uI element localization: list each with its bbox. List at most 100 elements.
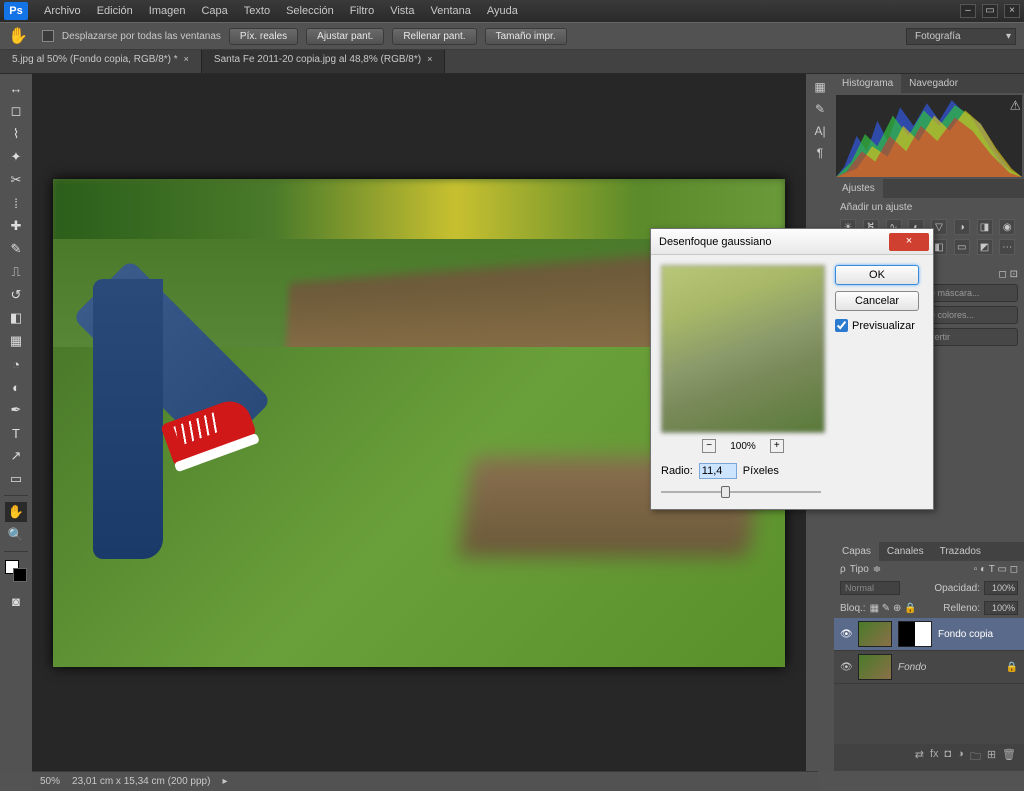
actual-pixels-button[interactable]: Píx. reales <box>229 28 298 45</box>
cancel-button[interactable]: Cancelar <box>835 291 919 311</box>
visibility-icon[interactable]: 👁 <box>840 662 852 673</box>
marquee-tool-icon[interactable]: ◻ <box>5 101 27 121</box>
add-mask-icon[interactable]: ◘ <box>945 748 952 767</box>
dialog-title: Desenfoque gaussiano <box>659 236 889 248</box>
eyedropper-tool-icon[interactable]: ⁞ <box>5 193 27 213</box>
fit-screen-button[interactable]: Ajustar pant. <box>306 28 384 45</box>
menu-filter[interactable]: Filtro <box>342 2 382 20</box>
menu-file[interactable]: Archivo <box>36 2 89 20</box>
window-close-icon[interactable]: × <box>1004 4 1020 18</box>
photo-filter-icon[interactable]: ◉ <box>999 219 1015 235</box>
radius-input[interactable] <box>699 463 737 479</box>
color-swatches[interactable] <box>5 560 27 582</box>
adjustments-tab[interactable]: Ajustes <box>834 179 883 198</box>
zoom-tool-icon[interactable]: 🔍 <box>5 525 27 545</box>
menu-help[interactable]: Ayuda <box>479 2 526 20</box>
move-tool-icon[interactable]: ↔ <box>5 78 27 98</box>
histogram-tab[interactable]: Histograma <box>834 74 901 93</box>
brushes-panel-icon[interactable]: ✎ <box>815 102 825 116</box>
blend-mode-select[interactable]: Normal <box>840 581 900 595</box>
close-tab-icon[interactable]: × <box>184 54 189 64</box>
layer-fx-icon[interactable]: fx <box>930 748 939 767</box>
quickmask-icon[interactable]: ◙ <box>5 591 27 611</box>
layer-thumbnail[interactable] <box>858 654 892 680</box>
stamp-tool-icon[interactable]: ⎍ <box>5 262 27 282</box>
visibility-icon[interactable]: 👁 <box>840 629 852 640</box>
crop-tool-icon[interactable]: ✂ <box>5 170 27 190</box>
path-tool-icon[interactable]: ↗ <box>5 446 27 466</box>
blur-tool-icon[interactable]: ◔ <box>5 354 27 374</box>
layer-thumbnail[interactable] <box>858 621 892 647</box>
shape-tool-icon[interactable]: ▭ <box>5 469 27 489</box>
opacity-input[interactable]: 100% <box>984 581 1018 595</box>
new-layer-icon[interactable]: ⊞ <box>987 748 996 767</box>
new-group-icon[interactable]: 🗀 <box>970 748 981 767</box>
selective-icon[interactable]: ◩ <box>977 239 993 255</box>
paths-tab[interactable]: Trazados <box>932 542 989 561</box>
doc-tab-1[interactable]: 5.jpg al 50% (Fondo copia, RGB/8*) *× <box>0 50 202 73</box>
layer-name[interactable]: Fondo <box>898 662 926 673</box>
scroll-all-checkbox[interactable] <box>42 30 54 42</box>
wand-tool-icon[interactable]: ✦ <box>5 147 27 167</box>
status-menu-icon[interactable]: ▸ <box>222 776 227 787</box>
zoom-out-icon[interactable]: − <box>702 439 716 453</box>
preview-checkbox[interactable] <box>835 319 848 332</box>
layer-row[interactable]: 👁 Fondo copia <box>834 618 1024 651</box>
gradient-tool-icon[interactable]: ▦ <box>5 331 27 351</box>
gradient-map-icon[interactable]: ▭ <box>954 239 970 255</box>
document-tabs: 5.jpg al 50% (Fondo copia, RGB/8*) *× Sa… <box>0 50 1024 74</box>
menu-layer[interactable]: Capa <box>193 2 235 20</box>
print-size-button[interactable]: Tamaño impr. <box>485 28 567 45</box>
mask-thumbnail[interactable] <box>898 621 932 647</box>
menu-select[interactable]: Selección <box>278 2 342 20</box>
hand-tool-icon: ✋ <box>8 26 28 46</box>
preview-zoom-value: 100% <box>730 441 756 452</box>
close-tab-icon[interactable]: × <box>427 54 432 64</box>
history-brush-icon[interactable]: ↺ <box>5 285 27 305</box>
fill-screen-button[interactable]: Rellenar pant. <box>392 28 476 45</box>
layers-tab[interactable]: Capas <box>834 542 879 561</box>
zoom-in-icon[interactable]: + <box>770 439 784 453</box>
lasso-tool-icon[interactable]: ⌇ <box>5 124 27 144</box>
new-adjustment-icon[interactable]: ◑ <box>957 748 964 767</box>
workspace-select[interactable]: Fotografía <box>906 28 1016 45</box>
dialog-close-icon[interactable]: × <box>889 233 929 251</box>
menu-image[interactable]: Imagen <box>141 2 194 20</box>
fill-input[interactable]: 100% <box>984 601 1018 615</box>
menu-text[interactable]: Texto <box>236 2 278 20</box>
menu-bar: Ps Archivo Edición Imagen Capa Texto Sel… <box>0 0 1024 22</box>
brush-tool-icon[interactable]: ✎ <box>5 239 27 259</box>
hand-tool-icon[interactable]: ✋ <box>5 502 27 522</box>
delete-layer-icon[interactable]: 🗑 <box>1002 748 1016 767</box>
layer-name[interactable]: Fondo copia <box>938 629 993 640</box>
window-minimize-icon[interactable]: – <box>960 4 976 18</box>
type-tool-icon[interactable]: T <box>5 423 27 443</box>
doc-tab-2[interactable]: Santa Fe 2011-20 copia.jpg al 48,8% (RGB… <box>202 50 445 73</box>
preview-label: Previsualizar <box>852 320 915 332</box>
healing-tool-icon[interactable]: ✚ <box>5 216 27 236</box>
radius-slider[interactable] <box>661 485 821 499</box>
zoom-level[interactable]: 50% <box>40 776 60 787</box>
link-layers-icon[interactable]: ⇄ <box>915 748 924 767</box>
dodge-tool-icon[interactable]: ◐ <box>5 377 27 397</box>
window-restore-icon[interactable]: ▭ <box>982 4 998 18</box>
blur-preview[interactable] <box>661 265 825 433</box>
pen-tool-icon[interactable]: ✒ <box>5 400 27 420</box>
character-panel-icon[interactable]: A| <box>814 124 825 138</box>
menu-window[interactable]: Ventana <box>422 2 478 20</box>
menu-edit[interactable]: Edición <box>89 2 141 20</box>
kind-label: Tipo <box>850 564 869 575</box>
menu-view[interactable]: Vista <box>382 2 422 20</box>
dialog-titlebar[interactable]: Desenfoque gaussiano × <box>651 229 933 255</box>
hue-icon[interactable]: ◑ <box>954 219 970 235</box>
bw-icon[interactable]: ◨ <box>977 219 993 235</box>
ok-button[interactable]: OK <box>835 265 919 285</box>
swatches-panel-icon[interactable]: ▦ <box>814 80 825 94</box>
paragraph-panel-icon[interactable]: ¶ <box>817 146 823 160</box>
eraser-tool-icon[interactable]: ◧ <box>5 308 27 328</box>
svg-text:⚠: ⚠ <box>1010 98 1021 112</box>
more-icon[interactable]: ⋯ <box>999 239 1015 255</box>
layer-row[interactable]: 👁 Fondo 🔒 <box>834 651 1024 684</box>
navigator-tab[interactable]: Navegador <box>901 74 966 93</box>
channels-tab[interactable]: Canales <box>879 542 932 561</box>
